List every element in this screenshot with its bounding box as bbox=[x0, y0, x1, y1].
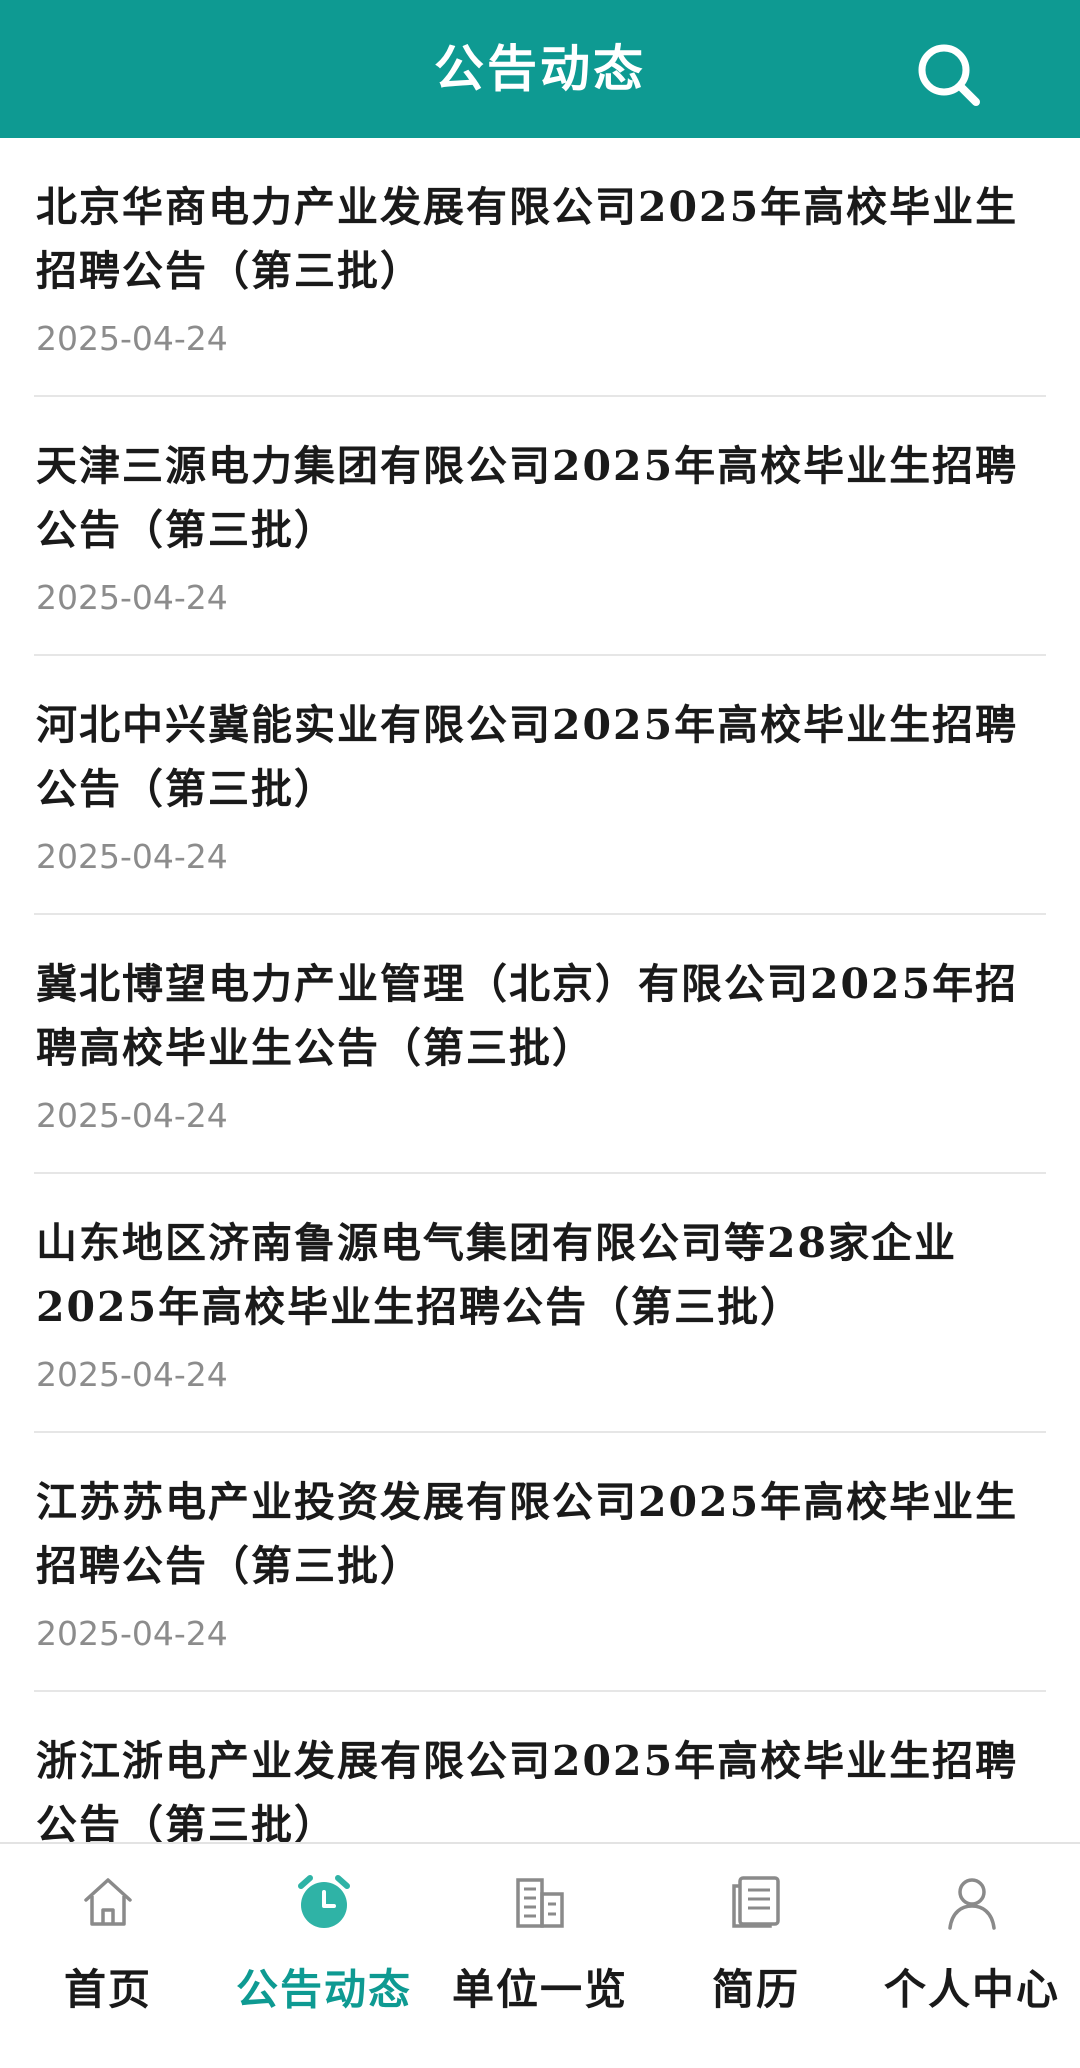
list-item[interactable]: 江苏苏电产业投资发展有限公司2025年高校毕业生招聘公告（第三批） 2025-0… bbox=[34, 1433, 1046, 1692]
tab-personal-center[interactable]: 个人中心 bbox=[864, 1844, 1080, 2068]
announcement-title: 河北中兴冀能实业有限公司2025年高校毕业生招聘公告（第三批） bbox=[36, 701, 1019, 813]
tab-resume[interactable]: 简历 bbox=[648, 1844, 864, 2068]
person-icon bbox=[948, 1878, 996, 1930]
search-icon bbox=[918, 44, 980, 106]
list-item[interactable]: 天津三源电力集团有限公司2025年高校毕业生招聘公告（第三批） 2025-04-… bbox=[34, 397, 1046, 656]
tab-announcements[interactable]: 公告动态 bbox=[216, 1844, 432, 2068]
announcement-title: 江苏苏电产业投资发展有限公司2025年高校毕业生招聘公告（第三批） bbox=[36, 1478, 1019, 1590]
announcement-list: 北京华商电力产业发展有限公司2025年高校毕业生招聘公告（第三批） 2025-0… bbox=[0, 138, 1080, 1842]
tab-label: 个人中心 bbox=[883, 1965, 1060, 2014]
announcement-date: 2025-04-24 bbox=[36, 578, 228, 617]
tab-label: 公告动态 bbox=[235, 1965, 412, 2014]
tab-label: 首页 bbox=[63, 1965, 152, 2014]
announcement-title: 北京华商电力产业发展有限公司2025年高校毕业生招聘公告（第三批） bbox=[36, 183, 1019, 295]
tab-units[interactable]: 单位一览 bbox=[432, 1844, 648, 2068]
home-icon bbox=[84, 1878, 132, 1926]
search-button[interactable] bbox=[910, 36, 990, 116]
announcement-date: 2025-04-24 bbox=[36, 1614, 228, 1653]
announcement-date: 2025-04-24 bbox=[36, 1355, 228, 1394]
top-bar: 公告动态 bbox=[0, 0, 1080, 138]
announcement-date: 2025-04-24 bbox=[36, 319, 228, 358]
announcement-title: 山东地区济南鲁源电气集团有限公司等28家企业2025年高校毕业生招聘公告（第三批… bbox=[36, 1219, 958, 1331]
list-item[interactable]: 浙江浙电产业发展有限公司2025年高校毕业生招聘公告（第三批） bbox=[34, 1692, 1046, 1842]
tab-home[interactable]: 首页 bbox=[0, 1844, 216, 2068]
tab-label: 简历 bbox=[711, 1965, 800, 2014]
tab-label: 单位一览 bbox=[451, 1965, 628, 2014]
announcement-title: 浙江浙电产业发展有限公司2025年高校毕业生招聘公告（第三批） bbox=[36, 1737, 1019, 1842]
announcement-title: 天津三源电力集团有限公司2025年高校毕业生招聘公告（第三批） bbox=[36, 442, 1019, 554]
list-item[interactable]: 河北中兴冀能实业有限公司2025年高校毕业生招聘公告（第三批） 2025-04-… bbox=[34, 656, 1046, 915]
announcement-date: 2025-04-24 bbox=[36, 1096, 228, 1135]
list-item[interactable]: 冀北博望电力产业管理（北京）有限公司2025年招聘高校毕业生公告（第三批） 20… bbox=[34, 915, 1046, 1174]
bottom-tab-bar: 首页 公告动态 单位一览 简历 个人中心 bbox=[0, 1842, 1080, 2068]
alarm-clock-icon bbox=[298, 1875, 350, 1928]
announcement-date: 2025-04-24 bbox=[36, 837, 228, 876]
building-icon bbox=[516, 1878, 564, 1928]
list-item[interactable]: 北京华商电力产业发展有限公司2025年高校毕业生招聘公告（第三批） 2025-0… bbox=[34, 138, 1046, 397]
announcement-title: 冀北博望电力产业管理（北京）有限公司2025年招聘高校毕业生公告（第三批） bbox=[36, 960, 1019, 1072]
list-item[interactable]: 山东地区济南鲁源电气集团有限公司等28家企业2025年高校毕业生招聘公告（第三批… bbox=[34, 1174, 1046, 1433]
document-icon bbox=[732, 1876, 780, 1928]
